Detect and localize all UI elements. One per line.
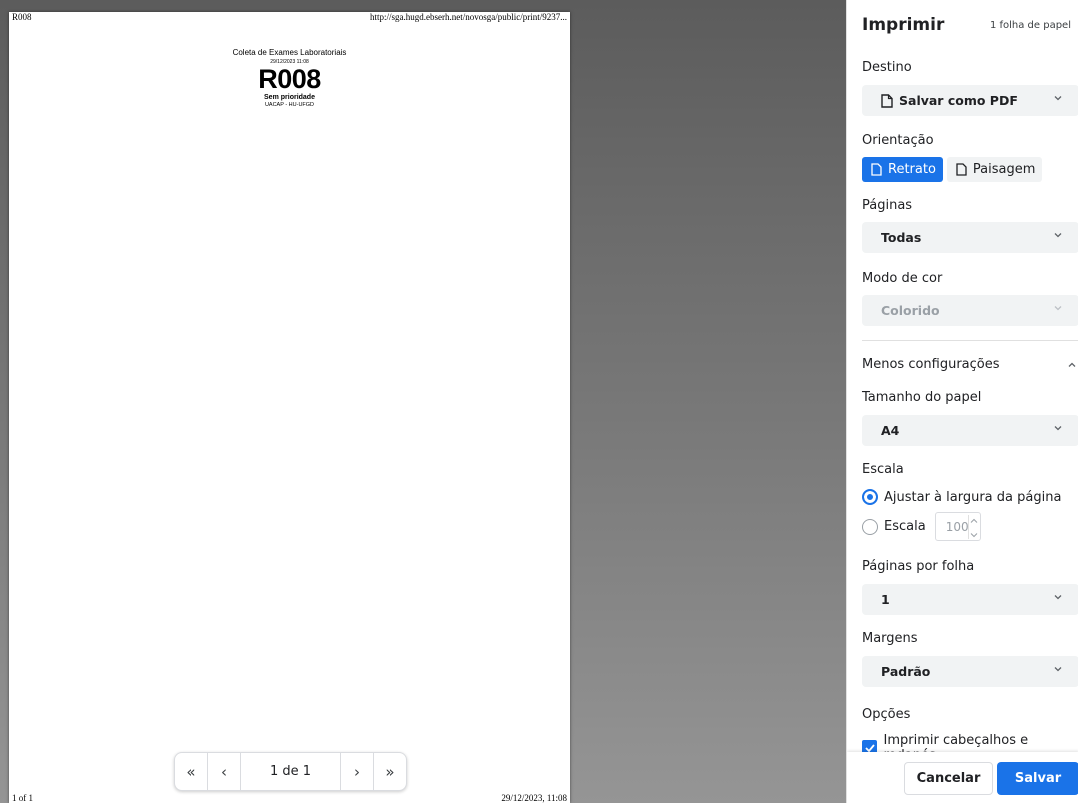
pages-label: Páginas xyxy=(862,198,913,213)
chevron-down-icon xyxy=(1054,595,1062,600)
double-chevron-right-icon: » xyxy=(385,762,395,781)
scale-label: Escala xyxy=(862,462,904,477)
chevron-down-icon xyxy=(1054,233,1062,238)
pages-per-sheet-label: Páginas por folha xyxy=(862,559,975,574)
page-navigation: « ‹ 1 de 1 › » xyxy=(174,752,407,791)
page-footer-count: 1 of 1 xyxy=(12,793,33,803)
ticket-code: R008 xyxy=(258,64,321,94)
scale-fit-label: Ajustar à largura da página xyxy=(884,489,1062,505)
less-settings-label: Menos configurações xyxy=(862,357,1000,372)
scale-spinner[interactable] xyxy=(967,515,978,539)
chevron-right-icon: › xyxy=(354,762,360,781)
destination-label: Destino xyxy=(862,60,912,75)
spin-up-icon xyxy=(970,518,978,523)
margins-label: Margens xyxy=(862,631,918,646)
destination-value: Salvar como PDF xyxy=(899,93,1018,108)
paper-size-value: A4 xyxy=(881,423,900,438)
action-bar: Cancelar Salvar xyxy=(847,752,1078,803)
sheet-count: 1 folha de papel xyxy=(989,19,1071,31)
page-header-title: R008 xyxy=(12,12,32,22)
scale-fit-radio[interactable] xyxy=(862,489,878,505)
landscape-icon xyxy=(956,163,967,176)
document-icon xyxy=(881,93,893,108)
page-header-url: http://sga.hugd.ebserh.net/novosga/publi… xyxy=(370,12,567,22)
chevron-left-icon: ‹ xyxy=(221,762,227,781)
pages-per-sheet-value: 1 xyxy=(881,592,890,607)
destination-select[interactable]: Salvar como PDF xyxy=(862,85,1078,116)
next-page-button[interactable]: › xyxy=(340,753,373,790)
section-divider xyxy=(862,340,1078,341)
scale-input-value: 100 xyxy=(945,519,969,534)
scale-custom-radio[interactable] xyxy=(862,518,878,535)
preview-page: R008 http://sga.hugd.ebserh.net/novosga/… xyxy=(9,12,570,803)
chevron-down-icon xyxy=(1054,96,1062,101)
print-preview-area: R008 http://sga.hugd.ebserh.net/novosga/… xyxy=(0,0,846,803)
ticket-title: Coleta de Exames Laboratoriais xyxy=(232,48,347,57)
orientation-toggle: Retrato Paisagem xyxy=(862,157,1043,182)
page-footer-date: 29/12/2023, 11:08 xyxy=(501,793,567,803)
page-indicator: 1 de 1 xyxy=(269,764,312,779)
pages-per-sheet-select[interactable]: 1 xyxy=(862,584,1078,615)
margins-select[interactable]: Padrão xyxy=(862,656,1078,687)
margins-value: Padrão xyxy=(881,664,931,679)
ticket-content: Coleta de Exames Laboratoriais 29/12/202… xyxy=(9,47,570,109)
ticket-unit: UACAP - HU-UFGD xyxy=(264,102,315,108)
scale-input[interactable]: 100 xyxy=(934,512,981,541)
save-button[interactable]: Salvar xyxy=(997,762,1078,795)
pages-select[interactable]: Todas xyxy=(862,222,1078,253)
landscape-button[interactable]: Paisagem xyxy=(946,157,1043,182)
spin-down-icon xyxy=(970,533,978,538)
color-mode-select[interactable]: Colorido xyxy=(862,295,1078,326)
options-label: Opções xyxy=(862,707,911,722)
chevron-up-icon xyxy=(1068,362,1076,367)
chevron-down-icon xyxy=(1054,667,1062,672)
scale-custom-label: Escala xyxy=(884,519,926,534)
print-header: Imprimir 1 folha de papel xyxy=(862,0,1078,50)
ticket-priority: Sem prioridade xyxy=(264,94,315,101)
print-title: Imprimir xyxy=(862,15,945,35)
color-mode-label: Modo de cor xyxy=(862,271,943,286)
paper-size-label: Tamanho do papel xyxy=(862,390,982,405)
first-page-button[interactable]: « xyxy=(175,753,208,790)
double-chevron-left-icon: « xyxy=(186,762,196,781)
scale-fit-option: Ajustar à largura da página xyxy=(862,489,1061,505)
landscape-label: Paisagem xyxy=(972,162,1036,177)
orientation-label: Orientação xyxy=(862,133,934,148)
print-settings-panel: Imprimir 1 folha de papel Destino Salvar… xyxy=(846,0,1078,803)
cancel-button[interactable]: Cancelar xyxy=(904,762,993,795)
pages-value: Todas xyxy=(881,230,922,245)
scale-custom-option: Escala 100 xyxy=(862,512,981,541)
color-mode-value: Colorido xyxy=(881,303,940,318)
portrait-button[interactable]: Retrato xyxy=(862,157,943,182)
portrait-label: Retrato xyxy=(888,162,936,177)
last-page-button[interactable]: » xyxy=(373,753,406,790)
previous-page-button[interactable]: ‹ xyxy=(208,753,241,790)
chevron-down-icon xyxy=(1054,306,1062,311)
paper-size-select[interactable]: A4 xyxy=(862,415,1078,446)
chevron-down-icon xyxy=(1054,426,1062,431)
less-settings-toggle[interactable]: Menos configurações xyxy=(862,357,1078,372)
portrait-icon xyxy=(871,163,882,176)
